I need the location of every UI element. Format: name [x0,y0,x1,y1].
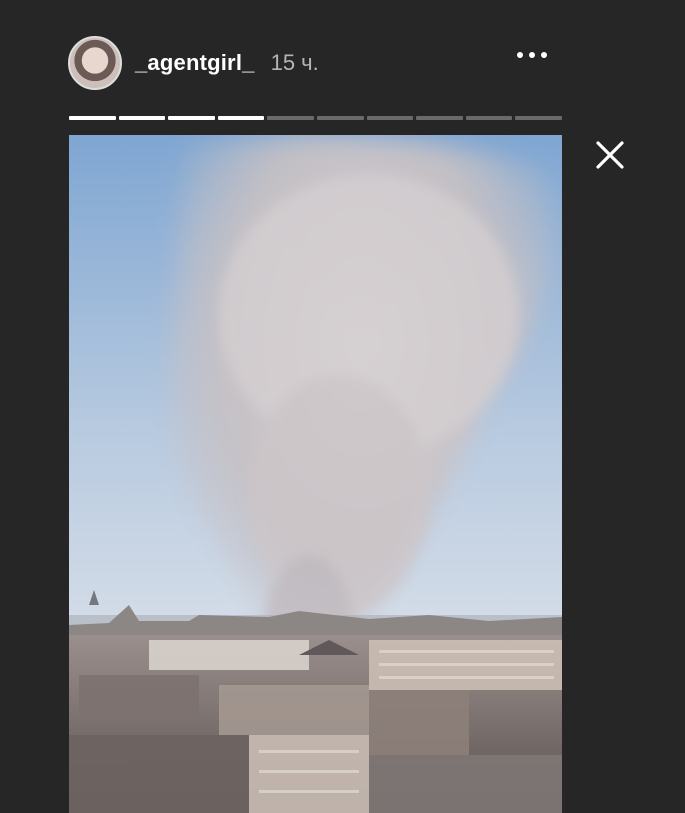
close-icon[interactable] [594,139,626,171]
avatar[interactable] [68,36,122,90]
progress-segment-fill [168,116,215,120]
progress-segment-fill [69,116,116,120]
progress-segment [416,116,463,120]
progress-segment-fill [217,116,265,120]
progress-segment [366,116,414,120]
progress-segment [69,116,116,120]
progress-segment [168,116,215,120]
story-progress-bar [69,116,562,120]
post-time: 15 ч. [270,50,319,75]
story-photo[interactable] [69,135,562,813]
progress-segment [267,116,314,120]
story-header: _agentgirl_ 15 ч. [68,34,561,92]
progress-segment [515,116,562,120]
progress-segment [118,116,166,120]
username[interactable]: _agentgirl_ [135,50,255,76]
more-options-icon[interactable] [517,52,547,58]
progress-segment [316,116,364,120]
progress-segment [217,116,265,120]
progress-segment [465,116,513,120]
progress-segment-fill [118,116,166,120]
